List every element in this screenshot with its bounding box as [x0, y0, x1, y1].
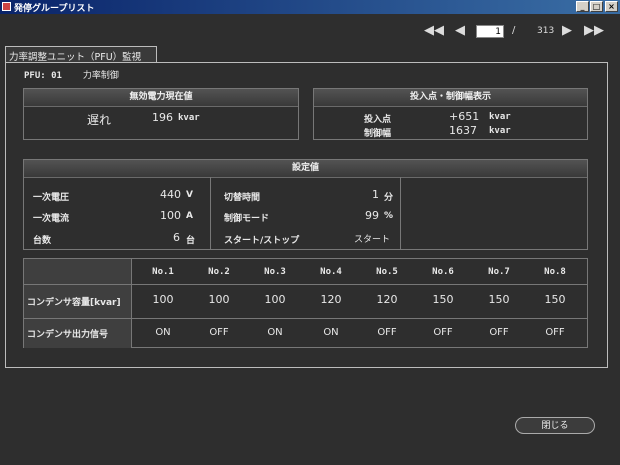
primary-voltage-label: 一次電圧 — [33, 193, 70, 203]
window-titlebar: 発停グループリスト _ □ × — [0, 0, 620, 14]
switch-time-value: 1 — [372, 188, 379, 201]
condenser-capacity-cell: 100 — [264, 293, 286, 306]
condenser-column-header: No.1 — [152, 267, 174, 277]
settings-divider — [210, 177, 211, 250]
primary-current-label: 一次電流 — [33, 214, 70, 224]
start-stop-label: スタート/ストップ — [224, 236, 300, 246]
pager: ◀◀ ◀ / 313 ▶ ▶▶ — [0, 22, 620, 42]
unit-count-value: 6 — [173, 231, 180, 244]
condenser-column-header: No.4 — [320, 267, 342, 277]
window-title: 発停グループリスト — [14, 4, 95, 14]
table-divider — [24, 318, 588, 319]
control-width-label: 制御幅 — [364, 129, 392, 139]
condenser-signal-cell: OFF — [489, 327, 509, 338]
condenser-signal-cell: ON — [323, 327, 339, 338]
page-separator: / — [512, 25, 516, 36]
condenser-column-header: No.2 — [208, 267, 230, 277]
minimize-button[interactable]: _ — [576, 1, 589, 12]
table-divider — [24, 284, 588, 285]
page-number-input[interactable] — [476, 25, 504, 38]
primary-current-unit: A — [186, 211, 193, 221]
app-icon — [2, 2, 11, 11]
close-window-button[interactable]: × — [605, 1, 618, 12]
condenser-column-header: No.8 — [544, 267, 566, 277]
start-stop-value: スタート — [354, 235, 391, 245]
pfu-label: PFU: 01 — [24, 71, 62, 81]
condenser-signal-cell: OFF — [377, 327, 397, 338]
tab-pfu-monitor[interactable]: 力率調整ユニット（PFU）監視 — [5, 46, 157, 63]
reactive-power-header: 無効電力現在値 — [24, 89, 298, 107]
input-point-value: +651 — [449, 110, 480, 123]
first-page-icon[interactable]: ◀◀ — [424, 23, 444, 39]
settings-box: 設定値 一次電圧 440 V 一次電流 100 A 台数 6 台 切替時間 1 … — [23, 159, 588, 250]
close-button[interactable]: 閉じる — [515, 417, 595, 434]
condenser-column-header: No.7 — [488, 267, 510, 277]
control-mode-label: 制御モード — [224, 214, 270, 224]
condenser-capacity-cell: 100 — [152, 293, 174, 306]
pfu-info: PFU: 01 力率制御 — [24, 68, 119, 81]
reactive-status: 遅れ — [87, 113, 112, 127]
control-mode-unit: % — [384, 211, 394, 221]
reactive-unit: kvar — [178, 113, 200, 123]
control-mode-value: 99 — [365, 209, 379, 222]
control-width-value: 1637 — [449, 124, 477, 137]
control-width-unit: kvar — [489, 126, 511, 136]
capacity-row-label: コンデンサ容量[kvar] — [27, 298, 121, 308]
switch-time-label: 切替時間 — [224, 193, 261, 203]
last-page-icon[interactable]: ▶▶ — [584, 23, 604, 39]
settings-divider — [400, 177, 401, 250]
condenser-capacity-cell: 100 — [208, 293, 230, 306]
prev-page-icon[interactable]: ◀ — [455, 23, 465, 39]
reactive-value: 196 — [152, 111, 173, 124]
condenser-capacity-cell: 120 — [376, 293, 398, 306]
condenser-signal-cell: OFF — [433, 327, 453, 338]
condenser-table: コンデンサ容量[kvar] コンデンサ出力信号 No.1 100 ON No.2 100… — [23, 258, 588, 348]
settings-header: 設定値 — [24, 160, 587, 178]
condenser-capacity-cell: 150 — [544, 293, 566, 306]
primary-voltage-unit: V — [186, 190, 193, 200]
table-divider — [131, 259, 132, 348]
signal-row-label: コンデンサ出力信号 — [27, 330, 109, 340]
maximize-button[interactable]: □ — [590, 1, 603, 12]
primary-current-value: 100 — [160, 209, 181, 222]
pfu-name: 力率制御 — [82, 71, 119, 81]
condenser-signal-cell: ON — [267, 327, 283, 338]
input-point-box: 投入点・制御幅表示 投入点 +651 kvar 制御幅 1637 kvar — [313, 88, 588, 140]
condenser-capacity-cell: 150 — [432, 293, 454, 306]
unit-count-label: 台数 — [33, 236, 52, 246]
condenser-signal-cell: OFF — [209, 327, 229, 338]
condenser-column-header: No.3 — [264, 267, 286, 277]
unit-count-unit: 台 — [186, 236, 196, 246]
condenser-signal-cell: ON — [155, 327, 171, 338]
condenser-capacity-cell: 120 — [320, 293, 342, 306]
switch-time-unit: 分 — [384, 193, 394, 203]
condenser-capacity-cell: 150 — [488, 293, 510, 306]
condenser-signal-cell: OFF — [545, 327, 565, 338]
page-total: 313 — [537, 26, 555, 36]
input-point-header: 投入点・制御幅表示 — [314, 89, 587, 107]
input-point-label: 投入点 — [364, 115, 392, 125]
condenser-column-header: No.6 — [432, 267, 454, 277]
reactive-power-box: 無効電力現在値 遅れ 196 kvar — [23, 88, 299, 140]
condenser-column-header: No.5 — [376, 267, 398, 277]
input-point-unit: kvar — [489, 112, 511, 122]
next-page-icon[interactable]: ▶ — [562, 23, 572, 39]
primary-voltage-value: 440 — [160, 188, 181, 201]
